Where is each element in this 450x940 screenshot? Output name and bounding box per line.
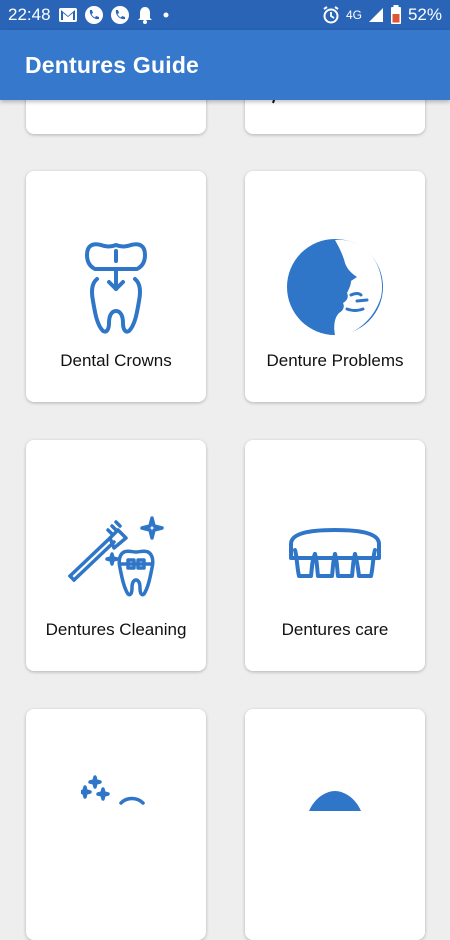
face-profile-icon	[285, 237, 385, 337]
card-dentures-cleaning[interactable]: Dentures Cleaning	[26, 440, 206, 671]
circle-icon	[305, 791, 365, 811]
card-partial-bottom-right[interactable]	[245, 709, 425, 940]
card-dental-crowns[interactable]: Dental Crowns	[26, 171, 206, 402]
card-dentures-care[interactable]: Dentures care	[245, 440, 425, 671]
dental-crown-icon	[83, 239, 149, 335]
card-label: Dentures Cleaning	[45, 620, 187, 639]
card-label: Dentures care	[281, 620, 389, 639]
sparkle-icon	[81, 775, 151, 805]
card-grid: Dental Crowns Denture Problems Dentures …	[0, 0, 450, 940]
denture-arch-icon	[287, 528, 383, 580]
card-label: Dental Crowns	[60, 351, 172, 370]
app-bar: Dentures Guide	[0, 30, 450, 100]
card-denture-problems[interactable]: Denture Problems	[245, 171, 425, 402]
card-label: Denture Problems	[266, 351, 404, 370]
card-partial-bottom-left[interactable]	[26, 709, 206, 940]
app-title: Dentures Guide	[25, 51, 200, 78]
toothbrush-sparkle-icon	[66, 514, 166, 598]
